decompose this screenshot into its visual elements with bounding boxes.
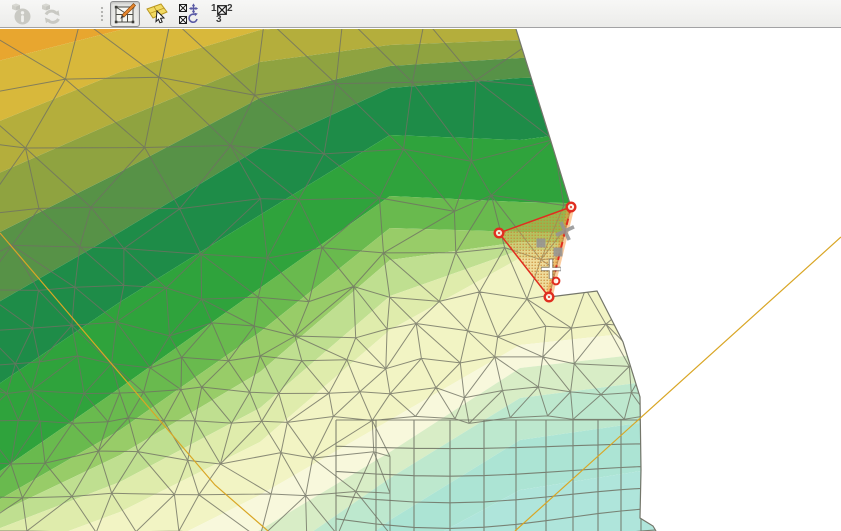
mesh-pencil-icon	[114, 3, 136, 25]
vertex-marker-dot	[498, 232, 500, 234]
mesh-reload-button	[36, 1, 63, 27]
mesh-map-svg	[0, 29, 841, 531]
reindex-faces-icon: 1 2 3	[210, 3, 232, 25]
application-window: 1 2 3	[0, 0, 841, 531]
mesh-info-button	[7, 1, 34, 27]
snap-marker	[553, 278, 560, 285]
select-mesh-button[interactable]	[142, 1, 172, 27]
transform-vertices-button[interactable]	[174, 1, 204, 27]
toolbar-gap	[64, 13, 96, 14]
digitize-mesh-button[interactable]	[110, 1, 140, 27]
info-cube-icon	[9, 2, 33, 26]
refresh-cube-icon	[38, 2, 62, 26]
crossed-box-glyph	[217, 5, 227, 15]
reindex-mesh-button[interactable]: 1 2 3	[206, 1, 236, 27]
mesh-editing-toolbar: 1 2 3	[0, 0, 841, 28]
map-canvas[interactable]	[0, 29, 841, 531]
toolbar-separator	[100, 5, 105, 23]
mesh-select-cursor-icon	[146, 3, 168, 25]
edge-midpoint-marker[interactable]	[537, 239, 546, 248]
vertex-marker-dot	[570, 206, 572, 208]
digit-one: 1	[211, 4, 217, 14]
elevation-bands-layer	[0, 29, 660, 531]
digit-three: 3	[216, 15, 222, 25]
transform-vertices-icon	[178, 3, 200, 25]
edge-midpoint-marker[interactable]	[554, 248, 563, 257]
mesh-layer	[0, 29, 712, 531]
digit-two: 2	[227, 4, 233, 14]
vertex-marker-dot	[548, 296, 550, 298]
